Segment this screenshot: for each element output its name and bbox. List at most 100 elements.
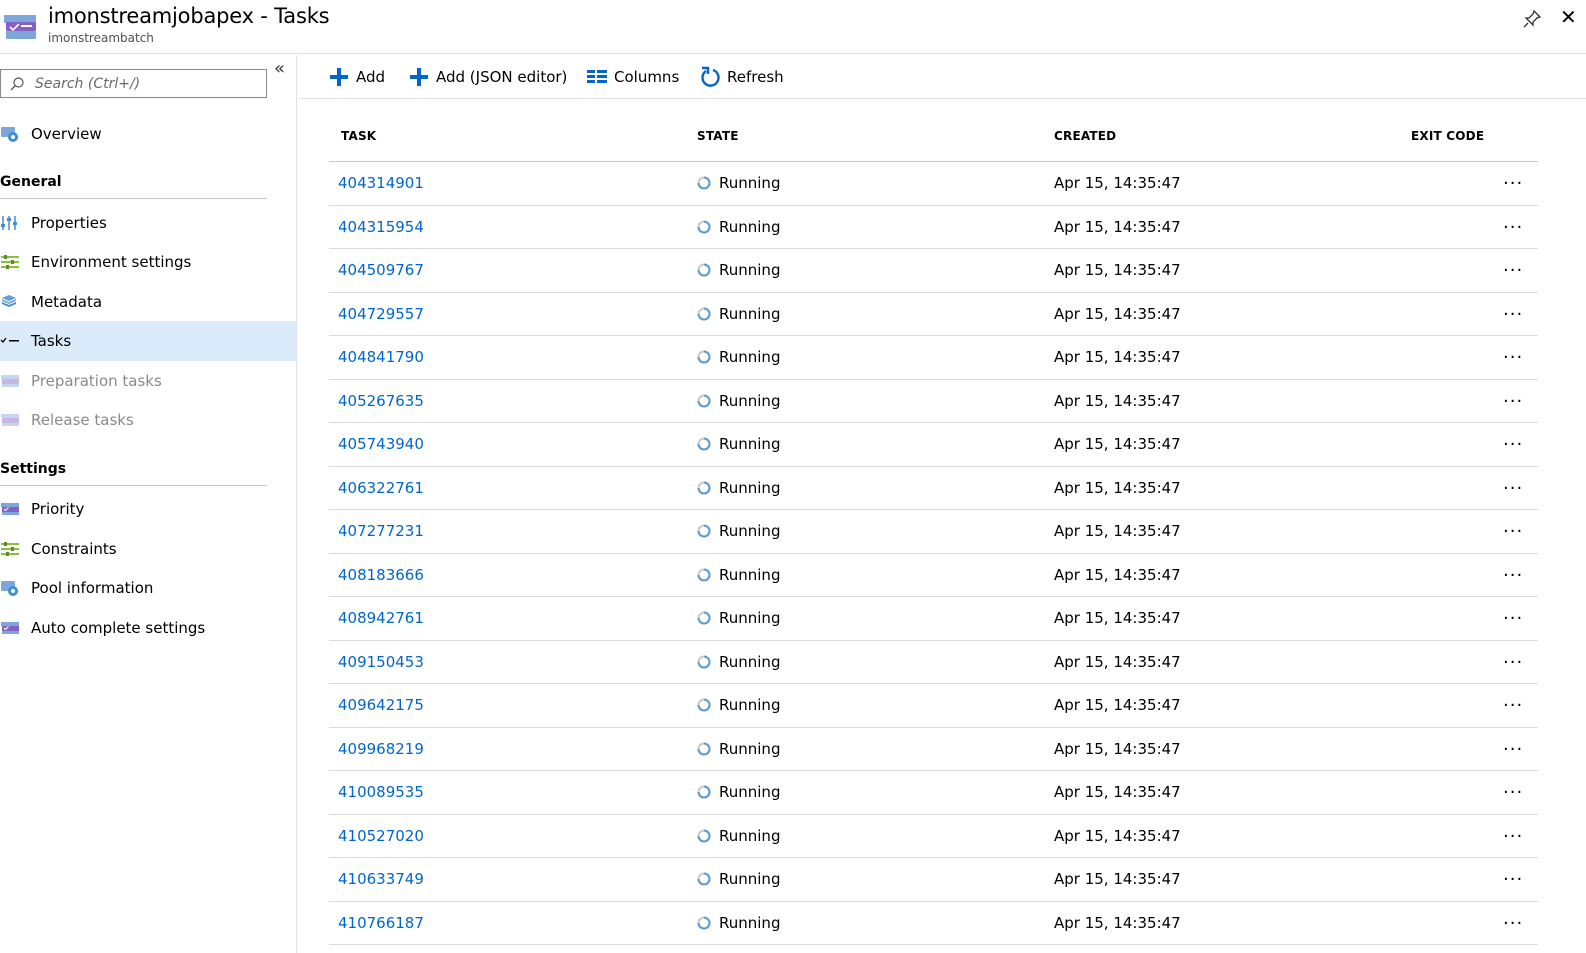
column-header-exit-code[interactable]: EXIT CODE: [1411, 129, 1484, 143]
sidebar-item-properties[interactable]: Properties: [0, 203, 296, 243]
table-row[interactable]: 406322761 Running Apr 15, 14:35:47...: [329, 467, 1538, 510]
table-row[interactable]: 410527020 Running Apr 15, 14:35:47...: [329, 815, 1538, 858]
task-state-label: Running: [719, 348, 781, 366]
add-button[interactable]: Add: [329, 65, 385, 89]
table-row[interactable]: 410633749 Running Apr 15, 14:35:47...: [329, 858, 1538, 902]
more-options-icon[interactable]: ...: [1503, 431, 1525, 453]
task-state: Running: [697, 174, 780, 192]
sidebar-item-priority[interactable]: Priority: [0, 489, 296, 529]
table-row[interactable]: 409642175 Running Apr 15, 14:35:47...: [329, 684, 1538, 728]
close-icon[interactable]: ✕: [1560, 6, 1582, 30]
collapse-sidebar-icon[interactable]: «: [274, 60, 292, 80]
task-id-link[interactable]: 408183666: [338, 566, 424, 584]
table-row[interactable]: 408183666 Running Apr 15, 14:35:47...: [329, 554, 1538, 597]
task-id-link[interactable]: 404314901: [338, 174, 424, 192]
task-id-link[interactable]: 409642175: [338, 696, 424, 714]
more-options-icon[interactable]: ...: [1503, 170, 1525, 192]
task-id-link[interactable]: 410766187: [338, 914, 424, 932]
tasks-icon: [0, 337, 19, 343]
table-row[interactable]: 409968219 Running Apr 15, 14:35:47...: [329, 728, 1538, 771]
task-id-link[interactable]: 410527020: [338, 827, 424, 845]
task-id-link[interactable]: 410633749: [338, 870, 424, 888]
more-options-icon[interactable]: ...: [1503, 257, 1525, 279]
search-icon: [10, 77, 24, 91]
columns-button[interactable]: Columns: [587, 65, 679, 89]
more-options-icon[interactable]: ...: [1503, 866, 1525, 888]
task-created: Apr 15, 14:35:47: [1054, 391, 1181, 410]
column-header-created[interactable]: CREATED: [1054, 129, 1116, 143]
table-row[interactable]: 410766187 Running Apr 15, 14:35:47...: [329, 902, 1538, 945]
table-row[interactable]: 407277231 Running Apr 15, 14:35:47...: [329, 510, 1538, 554]
more-options-icon[interactable]: ...: [1503, 735, 1525, 758]
task-id-link[interactable]: 404729557: [338, 305, 424, 323]
section-label: Settings: [0, 461, 67, 477]
add-label: Add: [356, 68, 386, 86]
table-row[interactable]: 405743940 Running Apr 15, 14:35:47...: [329, 423, 1538, 467]
column-header-task[interactable]: TASK: [341, 129, 376, 143]
more-options-icon[interactable]: ...: [1503, 518, 1525, 540]
sidebar-item-overview[interactable]: Overview: [0, 114, 296, 154]
sidebar-item-release-tasks[interactable]: Release tasks: [0, 400, 296, 440]
table-row[interactable]: 408942761 Running Apr 15, 14:35:47...: [329, 597, 1538, 641]
more-options-icon[interactable]: ...: [1503, 909, 1525, 932]
task-id-link[interactable]: 405743940: [338, 435, 424, 453]
sidebar-item-label: Pool information: [31, 579, 154, 597]
task-id-link[interactable]: 408942761: [338, 609, 424, 627]
task-state-label: Running: [719, 304, 781, 323]
table-header: TASK STATE CREATED EXIT CODE: [329, 116, 1538, 162]
running-status-icon: [697, 176, 711, 190]
task-id-link[interactable]: 407277231: [338, 522, 424, 540]
more-options-icon[interactable]: ...: [1503, 779, 1525, 801]
column-header-state[interactable]: STATE: [697, 129, 739, 143]
sidebar-item-label: Overview: [31, 125, 102, 143]
more-options-icon[interactable]: ...: [1503, 213, 1525, 236]
more-options-icon[interactable]: ...: [1503, 692, 1525, 714]
sidebar-item-tasks[interactable]: Tasks: [0, 321, 296, 361]
section-general: General: [0, 174, 267, 199]
sidebar-item-auto-complete-settings[interactable]: Auto complete settings: [0, 608, 296, 648]
table-row[interactable]: 409150453 Running Apr 15, 14:35:47...: [329, 641, 1538, 684]
task-id-link[interactable]: 409968219: [338, 740, 424, 758]
table-row[interactable]: 404509767 Running Apr 15, 14:35:47...: [329, 249, 1538, 293]
add-json-editor-label: Add (JSON editor): [436, 68, 568, 86]
table-row[interactable]: 404841790 Running Apr 15, 14:35:47...: [329, 336, 1538, 380]
add-json-editor-button[interactable]: Add (JSON editor): [409, 65, 567, 89]
task-created: Apr 15, 14:35:47: [1054, 522, 1181, 540]
sidebar-item-preparation-tasks[interactable]: Preparation tasks: [0, 361, 296, 401]
task-state: Running: [697, 392, 780, 410]
more-options-icon[interactable]: ...: [1503, 561, 1525, 584]
table-row[interactable]: 410089535 Running Apr 15, 14:35:47...: [329, 771, 1538, 815]
more-options-icon[interactable]: ...: [1503, 605, 1525, 627]
task-state-label: Running: [719, 174, 781, 192]
task-id-link[interactable]: 404315954: [338, 218, 424, 236]
running-status-icon: [697, 916, 711, 929]
table-row[interactable]: 404315954 Running Apr 15, 14:35:47...: [329, 206, 1538, 249]
divider: [0, 198, 267, 199]
more-options-icon[interactable]: ...: [1503, 474, 1525, 497]
pin-icon[interactable]: [1521, 8, 1543, 30]
sidebar-item-constraints[interactable]: Constraints: [0, 529, 296, 569]
task-id-link[interactable]: 404841790: [338, 348, 424, 366]
preparation-tasks-icon: [1, 375, 19, 387]
more-options-icon[interactable]: ...: [1503, 387, 1525, 410]
table-row[interactable]: 404729557 Running Apr 15, 14:35:47...: [329, 293, 1538, 336]
task-id-link[interactable]: 405267635: [338, 392, 424, 410]
task-id-link[interactable]: 410089535: [338, 783, 424, 801]
sidebar-item-pool-information[interactable]: Pool information: [0, 568, 296, 608]
table-row[interactable]: 405267635 Running Apr 15, 14:35:47...: [329, 380, 1538, 423]
task-state-label: Running: [719, 435, 781, 453]
sidebar-item-metadata[interactable]: Metadata: [0, 282, 296, 322]
sidebar-item-environment-settings[interactable]: Environment settings: [0, 242, 296, 282]
task-id-link[interactable]: 409150453: [338, 653, 424, 671]
task-id-link[interactable]: 406322761: [338, 479, 424, 497]
more-options-icon[interactable]: ...: [1503, 300, 1525, 323]
search-input[interactable]: [35, 73, 260, 95]
more-options-icon[interactable]: ...: [1503, 648, 1525, 671]
more-options-icon[interactable]: ...: [1503, 822, 1525, 845]
divider: [0, 485, 267, 486]
refresh-button[interactable]: Refresh: [700, 65, 784, 89]
search-box[interactable]: [0, 69, 267, 98]
more-options-icon[interactable]: ...: [1503, 344, 1525, 366]
table-row[interactable]: 404314901 Running Apr 15, 14:35:47...: [329, 162, 1538, 206]
task-id-link[interactable]: 404509767: [338, 261, 424, 279]
